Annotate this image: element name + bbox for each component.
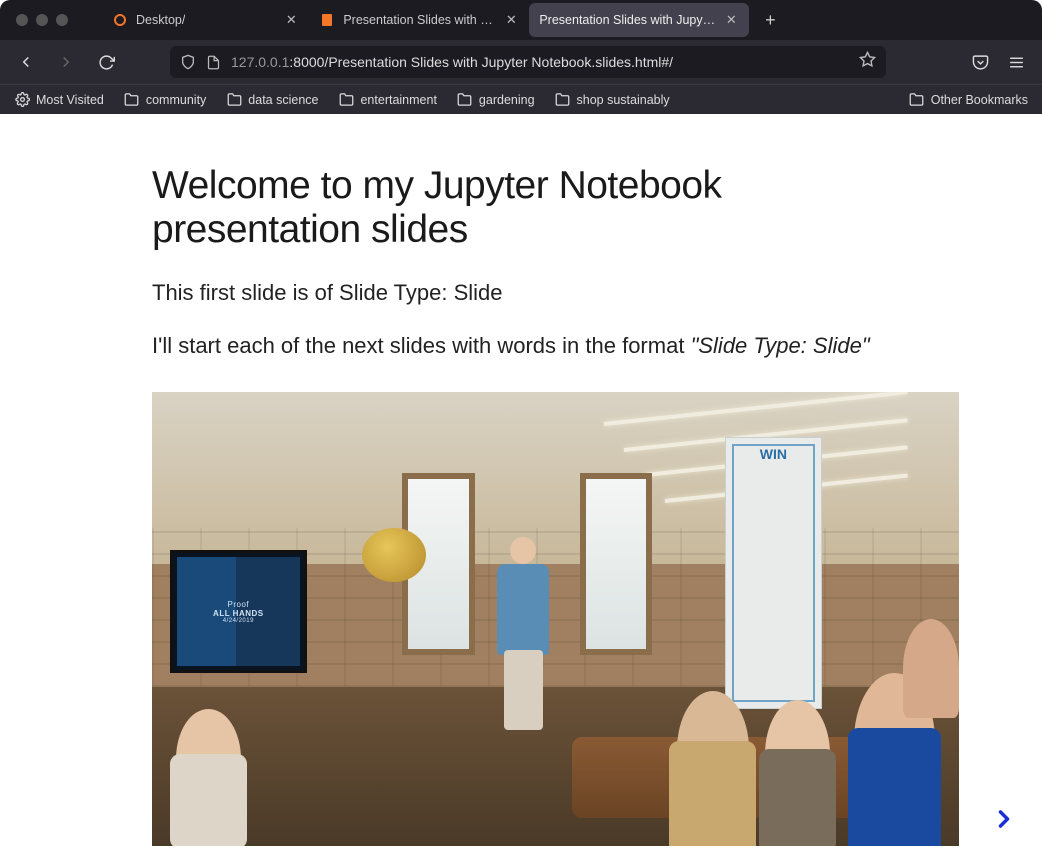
url-bar[interactable]: 127.0.0.1:8000/Presentation Slides with … [170, 46, 886, 78]
toolbar-right-icons [964, 46, 1032, 78]
page-info-icon[interactable] [206, 55, 221, 70]
bookmark-label: shop sustainably [577, 93, 670, 107]
page-content: Welcome to my Jupyter Notebook presentat… [0, 114, 1042, 867]
folder-icon [909, 92, 925, 108]
forward-button[interactable] [50, 46, 82, 78]
pillar: WIN [725, 437, 822, 709]
slide-line-1: This first slide is of Slide Type: Slide [152, 278, 890, 309]
tab-bar: Desktop/ ✕ Presentation Slides with Jupy… [0, 0, 1042, 40]
folder-icon [457, 92, 473, 108]
tab-label: Desktop/ [136, 13, 185, 27]
bookmarks-bar: Most Visited community data science ente… [0, 84, 1042, 114]
next-slide-button[interactable] [984, 799, 1024, 839]
slide: Welcome to my Jupyter Notebook presentat… [0, 114, 1042, 867]
tv-line-1: Proof [228, 600, 250, 609]
slide-line-2-prefix: I'll start each of the next slides with … [152, 333, 691, 358]
bookmark-folder-community[interactable]: community [120, 89, 210, 111]
tv-line-2: ALL HANDS [213, 609, 264, 618]
menu-icon[interactable] [1000, 46, 1032, 78]
photo-scene: WIN Proof ALL HANDS 4/24/2019 [152, 392, 959, 846]
bookmark-star-icon[interactable] [859, 51, 876, 73]
maximize-window-icon[interactable] [56, 14, 68, 26]
folder-icon [124, 92, 140, 108]
bookmark-label: Most Visited [36, 93, 104, 107]
browser-tab-presentation-source[interactable]: Presentation Slides with Jupyter ✕ [309, 3, 529, 37]
folder-icon [338, 92, 354, 108]
chevron-right-icon [990, 805, 1018, 833]
slide-line-2: I'll start each of the next slides with … [152, 331, 890, 362]
shield-icon[interactable] [180, 54, 196, 70]
tab-label: Presentation Slides with Jupyter [343, 13, 495, 27]
browser-tab-desktop[interactable]: Desktop/ ✕ [102, 3, 309, 37]
tabs-container: Desktop/ ✕ Presentation Slides with Jupy… [102, 0, 1034, 40]
bookmark-label: Other Bookmarks [931, 93, 1028, 107]
most-visited-button[interactable]: Most Visited [10, 89, 108, 111]
back-button[interactable] [10, 46, 42, 78]
presenter [491, 537, 556, 764]
close-tab-icon[interactable]: ✕ [503, 12, 519, 28]
pocket-icon[interactable] [964, 46, 996, 78]
other-bookmarks-button[interactable]: Other Bookmarks [905, 89, 1032, 111]
folder-icon [226, 92, 242, 108]
bookmark-label: entertainment [360, 93, 436, 107]
reload-button[interactable] [90, 46, 122, 78]
slide-image: WIN Proof ALL HANDS 4/24/2019 [152, 392, 959, 846]
folder-icon [555, 92, 571, 108]
new-tab-button[interactable]: + [755, 5, 785, 35]
photo-caption: Photo by Austin Distel on Unsplash [152, 864, 890, 867]
bookmark-folder-gardening[interactable]: gardening [453, 89, 539, 111]
url-text: 127.0.0.1:8000/Presentation Slides with … [231, 54, 849, 70]
minimize-window-icon[interactable] [36, 14, 48, 26]
pillar-win-text: WIN [726, 446, 821, 462]
nav-toolbar: 127.0.0.1:8000/Presentation Slides with … [0, 40, 1042, 84]
slide-title: Welcome to my Jupyter Notebook presentat… [152, 164, 890, 252]
url-path: :8000/Presentation Slides with Jupyter N… [289, 54, 673, 70]
bookmark-label: community [146, 93, 206, 107]
url-host: 127.0.0.1 [231, 54, 289, 70]
bookmark-folder-entertainment[interactable]: entertainment [334, 89, 440, 111]
bookmark-label: gardening [479, 93, 535, 107]
tab-label: Presentation Slides with Jupyter Not [539, 13, 715, 27]
browser-chrome: Desktop/ ✕ Presentation Slides with Jupy… [0, 0, 1042, 114]
notebook-icon [319, 12, 335, 28]
slide-line-2-em: "Slide Type: Slide" [691, 333, 870, 358]
bookmark-folder-shop-sustainably[interactable]: shop sustainably [551, 89, 674, 111]
window-controls [16, 14, 68, 26]
jupyter-icon [112, 12, 128, 28]
gear-icon [14, 92, 30, 108]
plus-icon: + [765, 10, 776, 31]
bookmark-label: data science [248, 93, 318, 107]
bookmark-folder-data-science[interactable]: data science [222, 89, 322, 111]
close-window-icon[interactable] [16, 14, 28, 26]
close-tab-icon[interactable]: ✕ [283, 12, 299, 28]
close-tab-icon[interactable]: ✕ [723, 12, 739, 28]
browser-tab-presentation-active[interactable]: Presentation Slides with Jupyter Not ✕ [529, 3, 749, 37]
tv-screen: Proof ALL HANDS 4/24/2019 [170, 550, 307, 673]
tv-line-3: 4/24/2019 [223, 618, 254, 624]
